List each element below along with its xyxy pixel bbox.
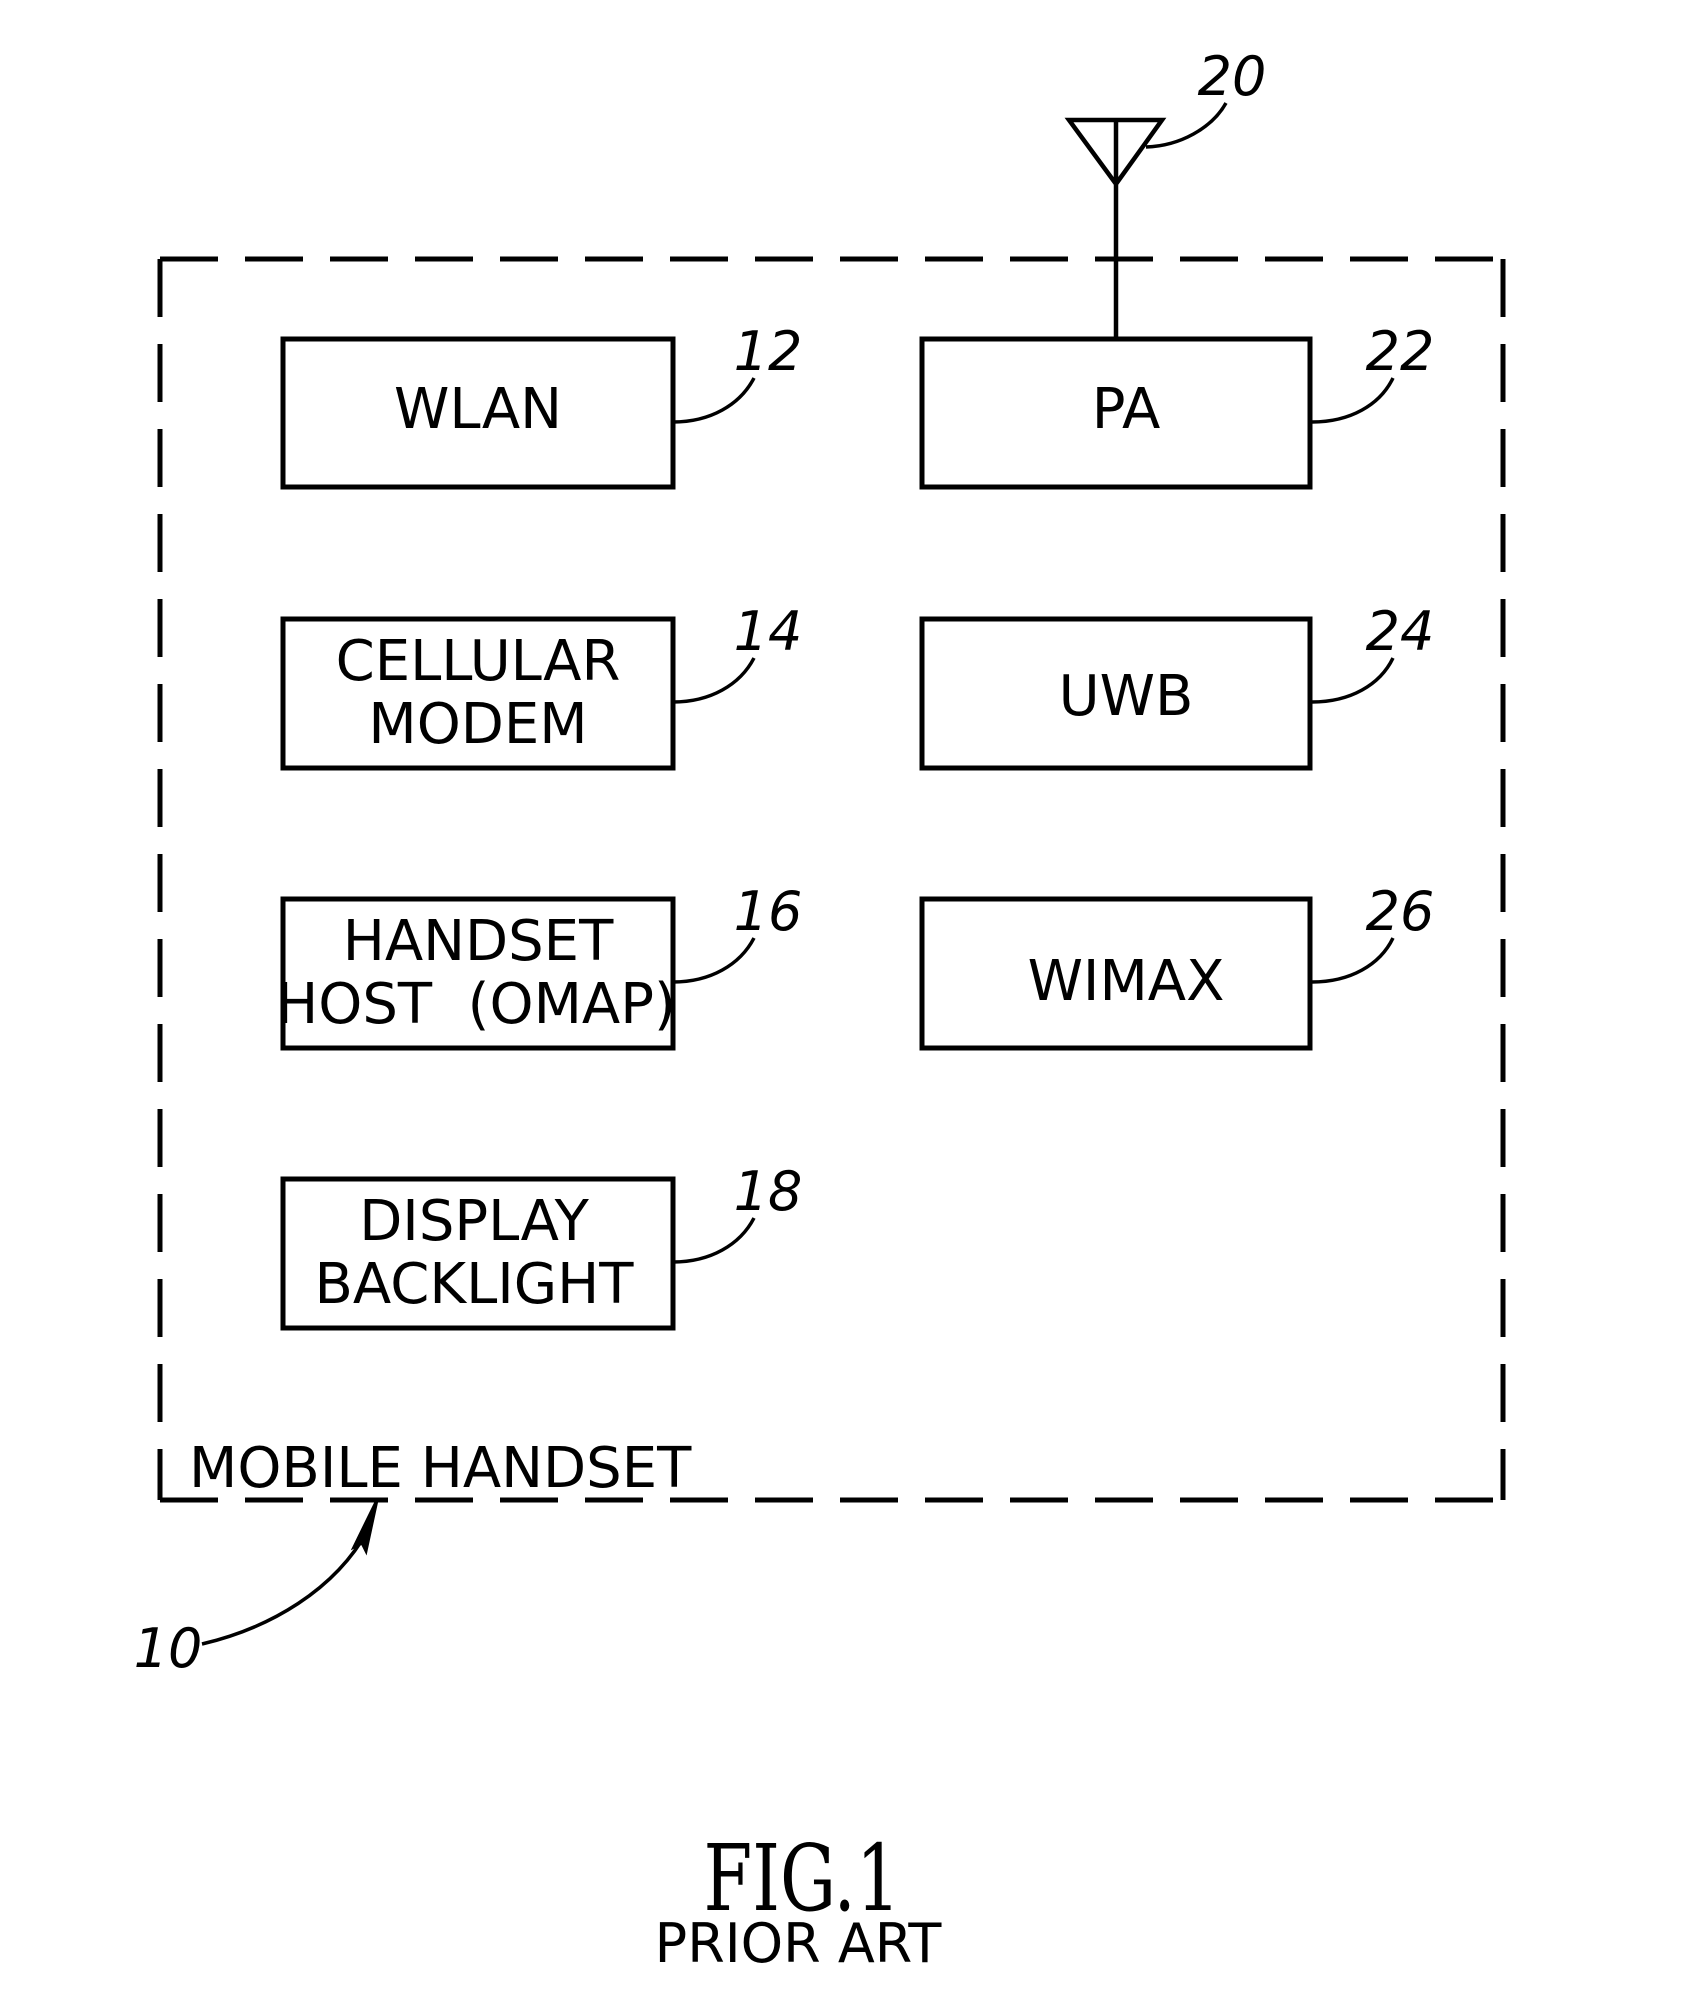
block-ref-number: 24 — [1366, 600, 1435, 663]
block-wlan: WLAN 12 — [280, 320, 803, 490]
block-ref-number: 18 — [734, 1160, 803, 1223]
block-ref-number: 16 — [734, 880, 803, 943]
block-wimax: WIMAX 26 — [919, 880, 1435, 1051]
block-label-line-2: MODEM — [368, 692, 587, 757]
block-label-line-1: DISPLAY — [359, 1189, 589, 1254]
block-label: WIMAX — [1028, 949, 1225, 1014]
block-cellular-modem: CELLULAR MODEM 14 — [280, 600, 803, 771]
block-label-line-2: HOST (OMAP) — [276, 972, 676, 1037]
block-pa: PA 22 — [919, 320, 1435, 490]
block-label: PA — [1092, 377, 1161, 442]
block-handset-host: HANDSET HOST (OMAP) 16 — [276, 880, 803, 1051]
antenna-ref-number: 20 — [1198, 45, 1267, 108]
antenna: 20 — [1064, 45, 1267, 339]
patent-figure: MOBILE HANDSET 10 20 WLAN 12 CELLULAR MO… — [134, 45, 1506, 1975]
block-leader — [1311, 937, 1395, 984]
figure-subtitle: PRIOR ART — [655, 1912, 943, 1975]
block-label-line-1: CELLULAR — [336, 629, 621, 694]
block-display-backlight: DISPLAY BACKLIGHT 18 — [280, 1160, 803, 1331]
block-ref-number: 14 — [734, 600, 803, 663]
block-uwb: UWB 24 — [919, 600, 1435, 771]
device-ref-arrowhead — [350, 1499, 379, 1556]
block-leader — [672, 657, 756, 704]
device-ref-number: 10 — [134, 1617, 203, 1680]
block-ref-number: 12 — [734, 320, 803, 383]
block-leader — [672, 377, 756, 424]
block-ref-number: 22 — [1366, 320, 1435, 383]
block-leader — [1311, 377, 1395, 424]
block-label: UWB — [1059, 664, 1194, 729]
block-leader — [672, 937, 756, 984]
mobile-handset-label: MOBILE HANDSET — [189, 1436, 692, 1501]
device-ref-arrow-line — [201, 1529, 370, 1646]
block-label: WLAN — [394, 377, 562, 442]
block-leader — [1311, 657, 1395, 704]
block-label-line-1: HANDSET — [343, 909, 614, 974]
block-ref-number: 26 — [1366, 880, 1435, 943]
device-reference: 10 — [134, 1499, 379, 1680]
block-label-line-2: BACKLIGHT — [315, 1252, 635, 1317]
block-leader — [672, 1217, 756, 1264]
antenna-icon — [1064, 117, 1167, 339]
